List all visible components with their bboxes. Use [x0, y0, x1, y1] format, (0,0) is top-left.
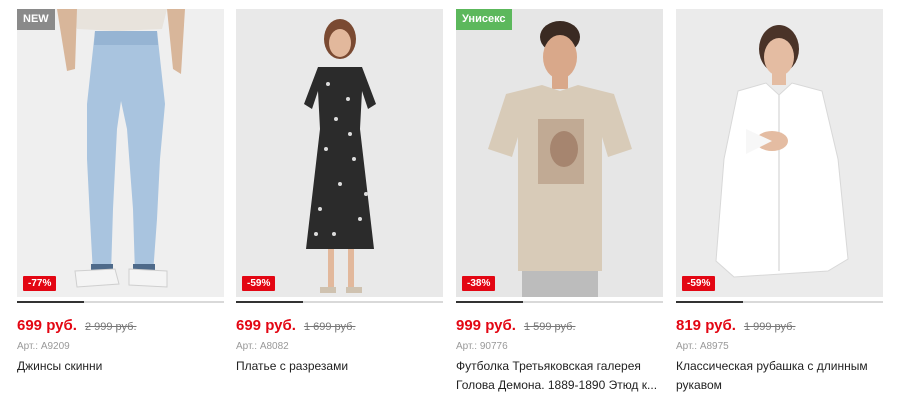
article-number: Арт.: A8975 [676, 341, 729, 352]
product-name-link[interactable]: Джинсы скинни [17, 357, 224, 376]
jeans-photo [57, 9, 185, 288]
product-card[interactable]: -59% 699 руб. 1 699 руб. Арт.: A8082 Плат… [236, 9, 443, 376]
discount-badge: -77% [23, 276, 57, 291]
slider-progress [456, 301, 523, 303]
old-price: 1 999 руб. [743, 321, 796, 333]
price-row: 699 руб. 1 699 руб. [236, 317, 443, 337]
product-card[interactable]: -59% 819 руб. 1 999 руб. Арт.: A8975 Клас… [676, 9, 883, 395]
slider-progress [236, 301, 303, 303]
image-slider-indicator[interactable] [236, 301, 443, 303]
price-row: 699 руб. 2 999 руб. [17, 317, 224, 337]
price-row: 999 руб. 1 599 руб. [456, 317, 663, 337]
new-badge: NEW [17, 9, 55, 30]
article-number: Арт.: A8082 [236, 341, 289, 352]
old-price: 1 599 руб. [523, 321, 576, 333]
current-price: 819 руб. [676, 317, 736, 334]
slider-progress [17, 301, 84, 303]
discount-badge: -38% [462, 276, 496, 291]
product-image[interactable]: Унисекс -38% [456, 9, 663, 297]
image-slider-indicator[interactable] [17, 301, 224, 303]
product-image[interactable]: NEW -77% [17, 9, 224, 297]
dress-photo [304, 19, 376, 293]
discount-badge: -59% [242, 276, 276, 291]
product-name-link[interactable]: Классическая рубашка с длинным рукавом [676, 357, 883, 395]
old-price: 2 999 руб. [84, 321, 137, 333]
article-number: Арт.: A9209 [17, 341, 70, 352]
slider-progress [676, 301, 743, 303]
current-price: 699 руб. [17, 317, 77, 334]
product-card[interactable]: Унисекс -38% 999 руб. 1 599 руб. Арт.: 90… [456, 9, 663, 395]
price-row: 819 руб. 1 999 руб. [676, 317, 883, 337]
old-price: 1 699 руб. [303, 321, 356, 333]
discount-badge: -59% [682, 276, 716, 291]
product-image[interactable]: -59% [676, 9, 883, 297]
product-card[interactable]: NEW -77% 699 руб. 2 999 руб. Арт.: A9209 … [17, 9, 224, 376]
image-slider-indicator[interactable] [676, 301, 883, 303]
unisex-badge: Унисекс [456, 9, 512, 30]
current-price: 999 руб. [456, 317, 516, 334]
product-name-link[interactable]: Футболка Третьяковская галерея Голова Де… [456, 357, 663, 395]
tshirt-photo [488, 21, 632, 297]
image-slider-indicator[interactable] [456, 301, 663, 303]
product-name-link[interactable]: Платье с разрезами [236, 357, 443, 376]
shirt-photo [715, 25, 849, 278]
current-price: 699 руб. [236, 317, 296, 334]
article-number: Арт.: 90776 [456, 341, 508, 352]
product-image[interactable]: -59% [236, 9, 443, 297]
